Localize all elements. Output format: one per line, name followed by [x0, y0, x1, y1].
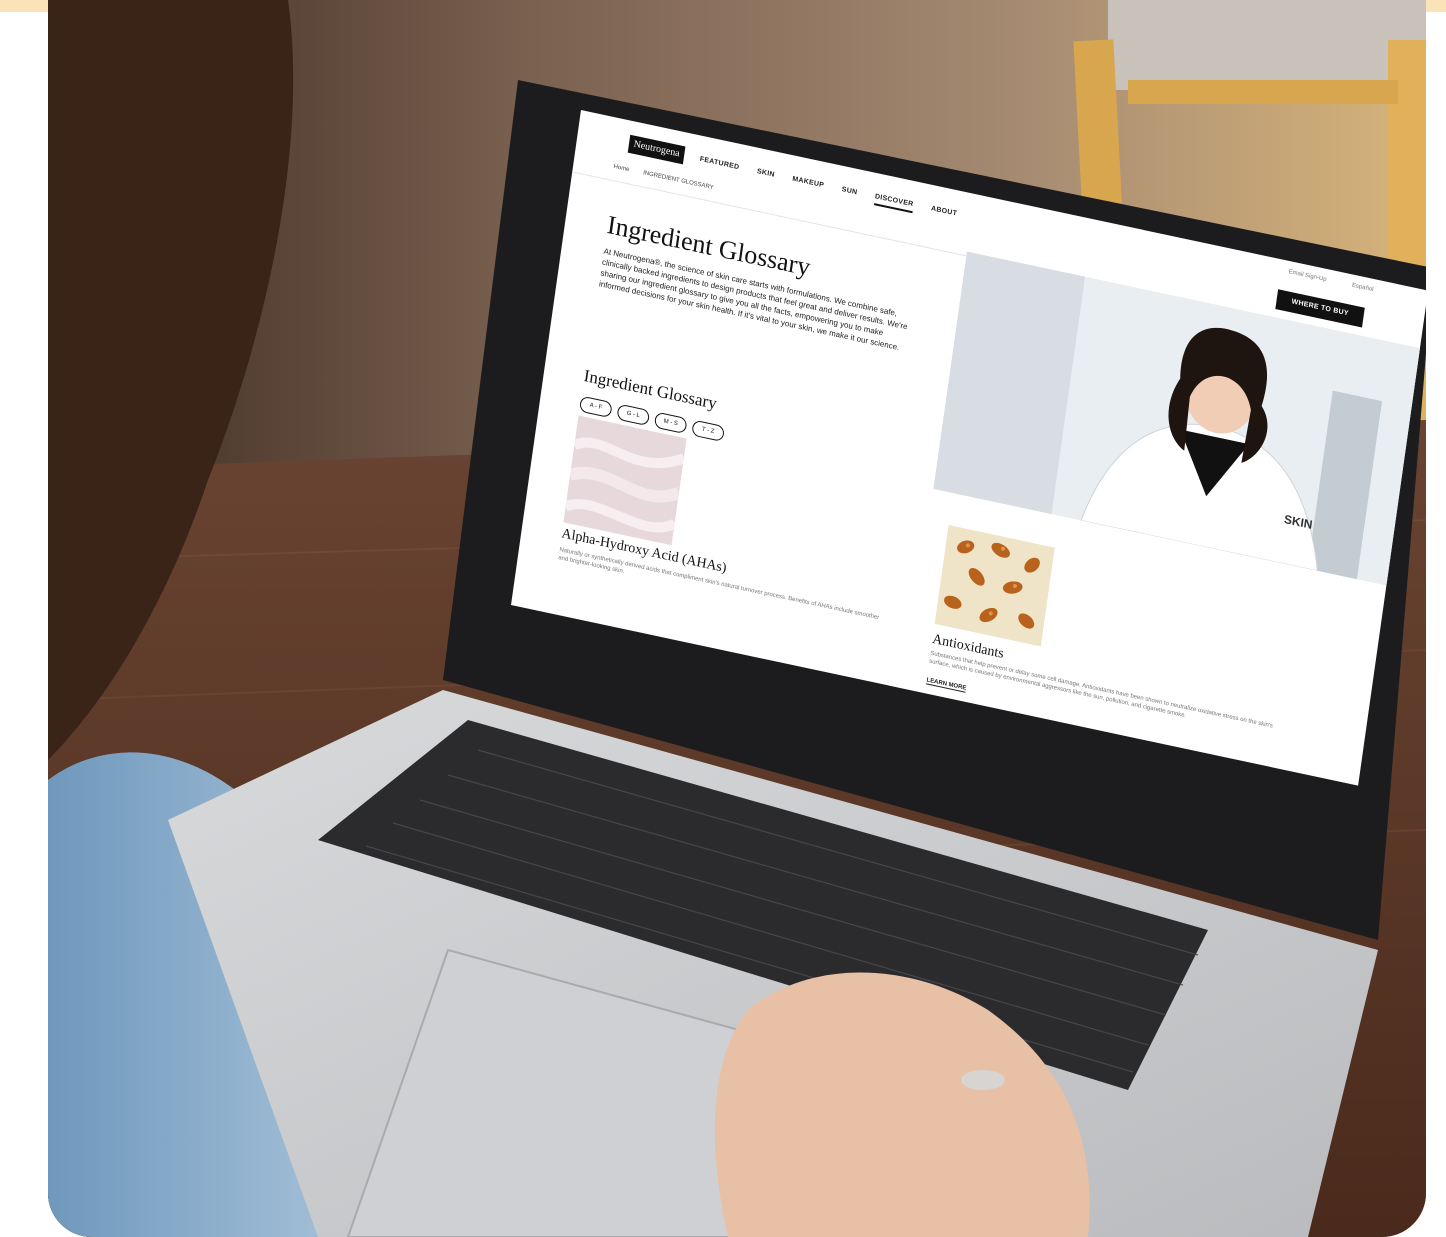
nav-discover[interactable]: DISCOVER [873, 193, 914, 214]
filter-g-l[interactable]: G - L [616, 403, 651, 427]
capsules-photo [934, 524, 1055, 647]
email-signup-link[interactable]: Email Sign-Up [1288, 269, 1327, 283]
breadcrumb-current: INGREDIENT GLOSSARY [642, 170, 714, 192]
language-link[interactable]: Español [1352, 283, 1374, 293]
filter-a-f[interactable]: A - F [578, 395, 613, 419]
learn-more-link[interactable]: LEARN MORE [925, 677, 967, 693]
nav-featured[interactable]: FEATURED [699, 156, 739, 176]
nav-about[interactable]: ABOUT [930, 205, 958, 222]
cream-texture-photo [563, 415, 687, 546]
brand-logo[interactable]: Neutrogena [627, 134, 686, 165]
nav-skin[interactable]: SKIN [756, 168, 775, 184]
antioxidants-thumbnail[interactable] [934, 524, 1055, 647]
aha-description: Naturally or synthetically derived acids… [557, 547, 880, 622]
filter-m-s[interactable]: M - S [653, 411, 688, 435]
laptop-photo: Neutrogena FEATURED SKIN MAKEUP SUN DISC… [48, 0, 1426, 1237]
aha-thumbnail[interactable] [563, 415, 687, 546]
nav-makeup[interactable]: MAKEUP [791, 176, 825, 195]
breadcrumb-home[interactable]: Home [613, 164, 630, 173]
filter-t-z[interactable]: T - Z [691, 419, 726, 443]
nav-sun[interactable]: SUN [841, 186, 857, 201]
breadcrumb: Home INGREDIENT GLOSSARY [613, 164, 714, 191]
